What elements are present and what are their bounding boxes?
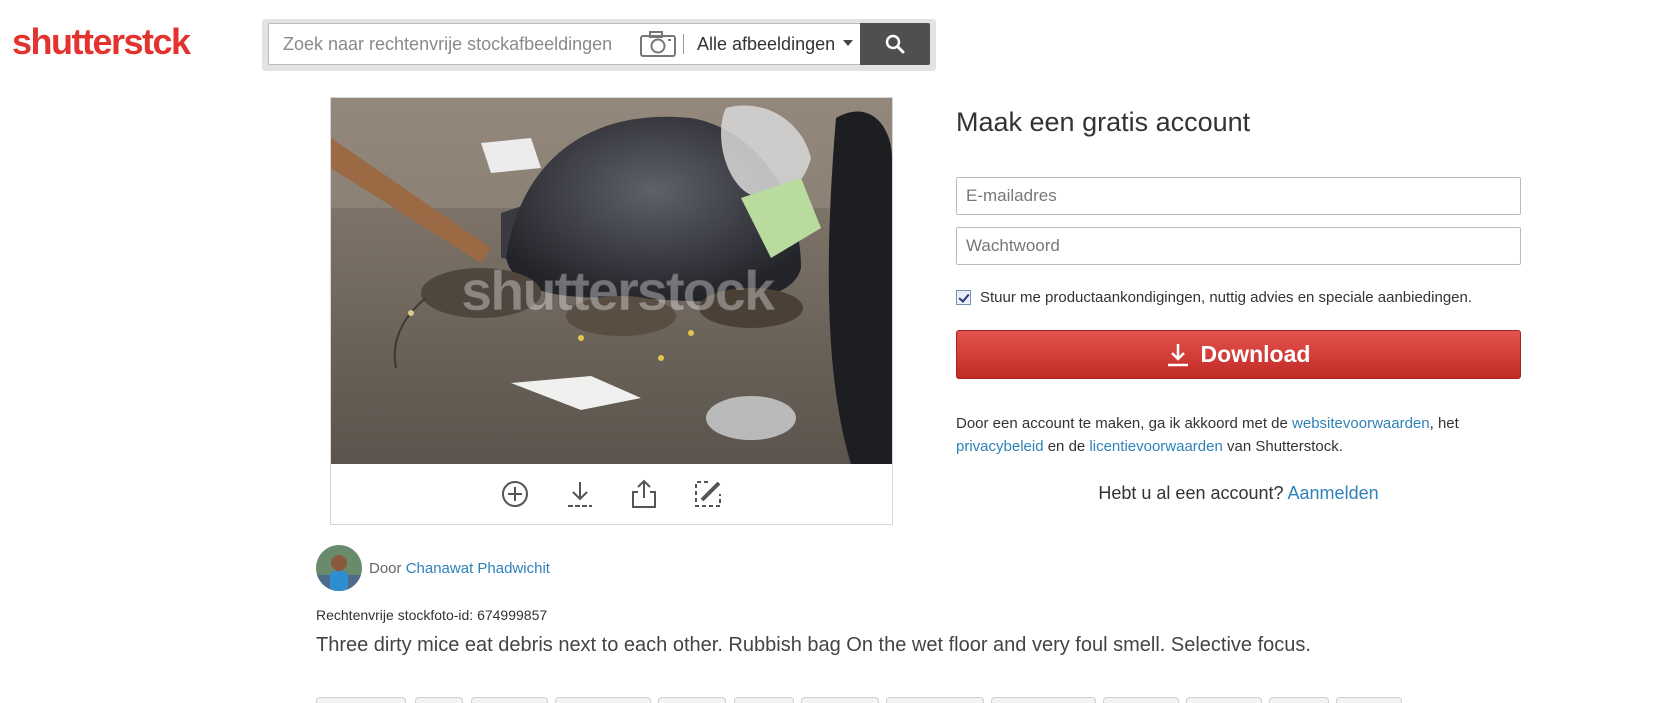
- download-button[interactable]: Download: [956, 330, 1521, 379]
- keyword-tag[interactable]: [991, 697, 1096, 703]
- terms-part1: Door een account te maken, ga ik akkoord…: [956, 415, 1293, 432]
- login-link[interactable]: Aanmelden: [1288, 483, 1379, 503]
- logo-text: shutterst: [12, 21, 154, 62]
- image-preview-panel: shutterstock: [330, 97, 893, 525]
- website-terms-link[interactable]: websitevoorwaarden: [1292, 415, 1430, 432]
- image-description: Three dirty mice eat debris next to each…: [316, 634, 1311, 656]
- keyword-tag[interactable]: [1103, 697, 1179, 703]
- image-type-selected: Alle afbeeldingen: [697, 34, 836, 54]
- contributor-byline: Door Chanawat Phadwichit: [369, 560, 550, 577]
- search-icon: [885, 34, 905, 54]
- add-to-collection-icon[interactable]: [499, 478, 531, 510]
- download-button-label: Download: [1200, 341, 1311, 367]
- terms-part2: , het: [1429, 415, 1459, 432]
- keyword-tag[interactable]: [734, 697, 794, 703]
- camera-icon[interactable]: [639, 30, 679, 58]
- keyword-tag[interactable]: [1269, 697, 1329, 703]
- search-button[interactable]: [860, 23, 930, 65]
- marketing-optin: Stuur me productaankondigingen, nuttig a…: [956, 288, 1472, 306]
- keyword-tag[interactable]: [471, 697, 548, 703]
- email-field[interactable]: [956, 177, 1521, 215]
- keyword-tag[interactable]: [316, 697, 406, 703]
- share-icon[interactable]: [628, 478, 660, 510]
- keyword-tag[interactable]: [1336, 697, 1402, 703]
- keyword-tag[interactable]: [415, 697, 463, 703]
- marketing-optin-label: Stuur me productaankondigingen, nuttig a…: [980, 288, 1473, 306]
- stock-photo[interactable]: shutterstock: [331, 98, 892, 464]
- terms-part3: en de: [1043, 438, 1090, 455]
- contributor-link[interactable]: Chanawat Phadwichit: [406, 560, 550, 577]
- terms-text: Door een account te maken, ga ik akkoord…: [956, 412, 1521, 458]
- edit-icon[interactable]: [692, 478, 724, 510]
- keyword-tag[interactable]: [801, 697, 879, 703]
- avatar[interactable]: [316, 545, 362, 591]
- keyword-tag[interactable]: [886, 697, 984, 703]
- license-terms-link[interactable]: licentievoorwaarden: [1089, 438, 1222, 455]
- image-toolbar: [331, 464, 892, 524]
- privacy-policy-link[interactable]: privacybeleid: [956, 438, 1044, 455]
- marketing-optin-checkbox[interactable]: [956, 289, 971, 305]
- chevron-down-icon: [843, 40, 854, 47]
- keyword-tag[interactable]: [1186, 697, 1262, 703]
- signup-title: Maak een gratis account: [956, 107, 1251, 137]
- stock-photo-id: Rechtenvrije stockfoto-id: 674999857: [316, 607, 548, 623]
- search-separator: [683, 34, 684, 54]
- logo-text-accent: ck: [152, 21, 192, 62]
- terms-part4: van Shutterstock.: [1222, 438, 1343, 455]
- search-bar: Alle afbeeldingen: [262, 19, 936, 71]
- keyword-tag[interactable]: [658, 697, 726, 703]
- download-icon[interactable]: [564, 478, 596, 510]
- download-icon: [1167, 343, 1188, 366]
- by-prefix: Door: [369, 560, 406, 577]
- image-type-dropdown[interactable]: Alle afbeeldingen: [697, 24, 854, 64]
- have-account-prompt: Hebt u al een account? Aanmelden: [956, 483, 1521, 504]
- shutterstock-logo[interactable]: shutterstck: [12, 21, 192, 62]
- search-box: Alle afbeeldingen: [268, 23, 930, 65]
- keyword-tag[interactable]: [555, 697, 651, 703]
- have-account-text: Hebt u al een account?: [1098, 483, 1288, 503]
- password-field[interactable]: [956, 227, 1521, 265]
- search-input[interactable]: [269, 24, 631, 64]
